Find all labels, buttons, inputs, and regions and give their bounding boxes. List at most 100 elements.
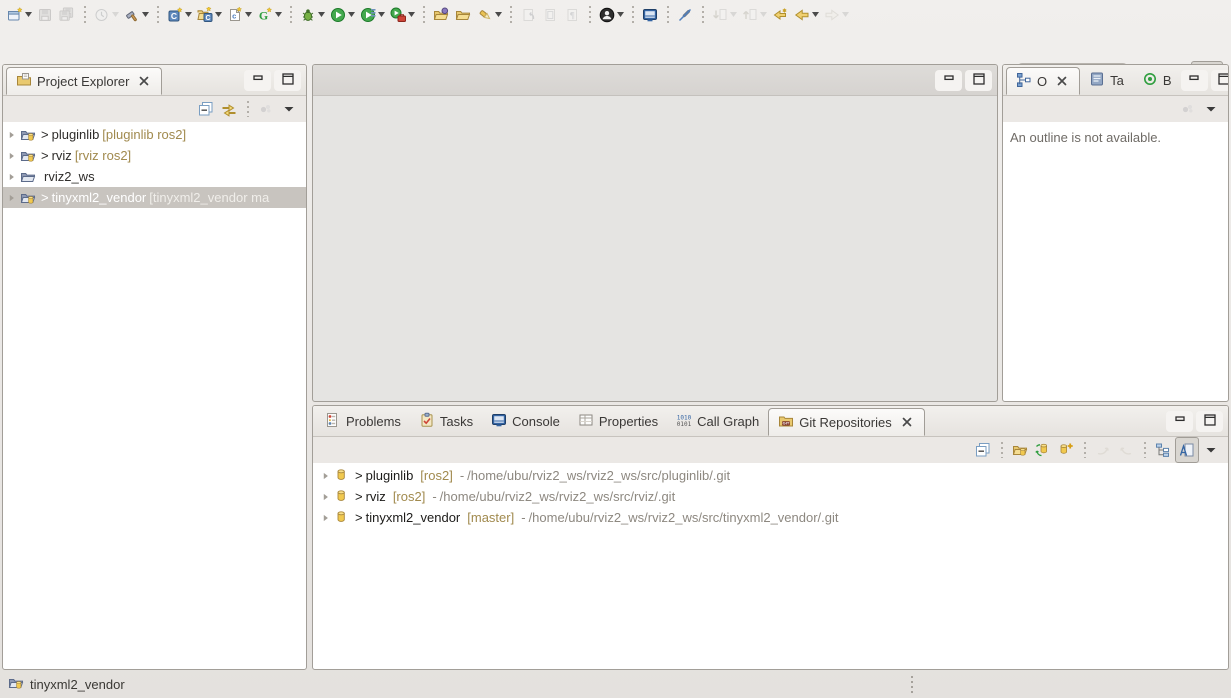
maximize-button[interactable] xyxy=(1211,70,1229,91)
twistie-icon[interactable] xyxy=(320,510,331,526)
view-menu-button[interactable] xyxy=(1200,438,1222,462)
dropdown-arrow-icon[interactable] xyxy=(348,12,355,17)
dropdown-arrow-icon[interactable] xyxy=(215,12,222,17)
show-whitespace-button[interactable]: ¶ xyxy=(561,3,583,27)
twistie-icon[interactable] xyxy=(320,489,331,505)
dropdown-arrow-icon[interactable] xyxy=(495,12,502,17)
launch-history-button[interactable] xyxy=(91,3,121,27)
tab-tasks[interactable]: Tasks xyxy=(410,406,482,436)
toggle-branch-representation-button[interactable] xyxy=(1175,437,1199,463)
build-button[interactable] xyxy=(121,3,151,27)
previous-annotation-button[interactable] xyxy=(739,3,769,27)
dropdown-arrow-icon[interactable] xyxy=(245,12,252,17)
tab-properties[interactable]: Properties xyxy=(569,406,667,436)
dropdown-arrow-icon[interactable] xyxy=(318,12,325,17)
profile-button[interactable] xyxy=(357,3,387,27)
editor-action-insert-button[interactable] xyxy=(517,3,539,27)
twistie-icon[interactable] xyxy=(6,148,17,164)
tab-ta[interactable]: Ta xyxy=(1080,65,1133,95)
tree-item-tinyxml2_vendor[interactable]: > tinyxml2_vendor[tinyxml2_vendor ma xyxy=(3,187,306,208)
repo-row-rviz[interactable]: > rviz[ros2]-/home/ubu/rviz2_ws/rviz2_ws… xyxy=(313,486,1228,507)
new-cpp-class-button[interactable]: C xyxy=(164,3,194,27)
fetch-button[interactable] xyxy=(1092,438,1114,462)
minimize-button[interactable] xyxy=(935,70,962,91)
maximize-button[interactable] xyxy=(274,70,301,91)
twistie-icon[interactable] xyxy=(320,468,331,484)
user-profile-button[interactable] xyxy=(596,3,626,27)
selected-resource-icon xyxy=(8,675,24,694)
dropdown-arrow-icon[interactable] xyxy=(142,12,149,17)
status-bar-grip[interactable] xyxy=(911,676,913,694)
create-repository-button[interactable] xyxy=(1055,438,1077,462)
dropdown-arrow-icon[interactable] xyxy=(617,12,624,17)
repo-row-tinyxml2_vendor[interactable]: > tinyxml2_vendor[master]-/home/ubu/rviz… xyxy=(313,507,1228,528)
next-annotation-button[interactable] xyxy=(709,3,739,27)
maximize-button[interactable] xyxy=(965,70,992,91)
tab-project-explorer[interactable]: Project Explorer xyxy=(6,67,162,95)
view-menu-button[interactable] xyxy=(278,97,300,121)
close-icon[interactable] xyxy=(899,414,915,430)
focus-on-active-task-button[interactable] xyxy=(1177,97,1199,121)
push-button[interactable] xyxy=(1115,438,1137,462)
tab-b[interactable]: B xyxy=(1133,65,1181,95)
minimize-button[interactable] xyxy=(1166,411,1193,432)
tab-label: Properties xyxy=(599,414,658,429)
twistie-icon[interactable] xyxy=(6,169,17,185)
close-icon[interactable] xyxy=(136,73,152,89)
clone-repository-button[interactable] xyxy=(1032,438,1054,462)
repo-row-pluginlib[interactable]: > pluginlib[ros2]-/home/ubu/rviz2_ws/rvi… xyxy=(313,465,1228,486)
tree-item-pluginlib[interactable]: > pluginlib[pluginlib ros2] xyxy=(3,124,306,145)
dropdown-arrow-icon[interactable] xyxy=(812,12,819,17)
forward-button[interactable] xyxy=(821,3,851,27)
tree-item-rviz[interactable]: > rviz[rviz ros2] xyxy=(3,145,306,166)
minimize-button[interactable] xyxy=(1181,70,1208,91)
tab-console[interactable]: Console xyxy=(482,406,569,436)
focus-on-active-task-button[interactable] xyxy=(255,97,277,121)
twistie-icon[interactable] xyxy=(6,190,17,206)
last-edit-location-button[interactable] xyxy=(769,3,791,27)
tab-call-graph[interactable]: 10100101Call Graph xyxy=(667,406,768,436)
tree-item-rviz2_ws[interactable]: rviz2_ws xyxy=(3,166,306,187)
dropdown-arrow-icon[interactable] xyxy=(760,12,767,17)
tab-problems[interactable]: Problems xyxy=(316,406,410,436)
collapse-all-button[interactable] xyxy=(195,97,217,121)
editor-action-block-button[interactable] xyxy=(539,3,561,27)
load-symbols-button[interactable] xyxy=(430,3,452,27)
hierarchical-branch-layout-button[interactable] xyxy=(1152,438,1174,462)
minimize-button[interactable] xyxy=(244,70,271,91)
add-repository-button[interactable] xyxy=(1009,438,1031,462)
open-folder-button[interactable] xyxy=(452,3,474,27)
new-c-project-button[interactable]: C xyxy=(194,3,224,27)
save-button[interactable] xyxy=(34,3,56,27)
dropdown-arrow-icon[interactable] xyxy=(408,12,415,17)
dropdown-arrow-icon[interactable] xyxy=(730,12,737,17)
twistie-icon[interactable] xyxy=(6,127,17,143)
back-button[interactable] xyxy=(791,3,821,27)
collapse-all-button[interactable] xyxy=(972,438,994,462)
tab-o[interactable]: O xyxy=(1006,67,1080,95)
open-console-button[interactable] xyxy=(639,3,661,27)
new-green-wizard-button[interactable]: G xyxy=(254,3,284,27)
dropdown-arrow-icon[interactable] xyxy=(378,12,385,17)
item-prefix: > xyxy=(41,127,49,142)
dropdown-arrow-icon[interactable] xyxy=(275,12,282,17)
tab-git-repositories[interactable]: GITGit Repositories xyxy=(768,408,924,436)
run-button[interactable] xyxy=(327,3,357,27)
link-with-editor-button[interactable] xyxy=(218,97,240,121)
close-icon[interactable] xyxy=(1054,73,1070,89)
view-menu-button[interactable] xyxy=(1200,97,1222,121)
maximize-button[interactable] xyxy=(1196,411,1223,432)
dropdown-arrow-icon[interactable] xyxy=(842,12,849,17)
toggle-mark-occurrences-button[interactable] xyxy=(674,3,696,27)
new-wizard-button[interactable] xyxy=(4,3,34,27)
save-all-button[interactable] xyxy=(56,3,78,27)
toolbar-separator xyxy=(81,6,88,24)
dropdown-arrow-icon[interactable] xyxy=(25,12,32,17)
dropdown-arrow-icon[interactable] xyxy=(185,12,192,17)
new-c-source-file-button[interactable]: c xyxy=(224,3,254,27)
external-tools-button[interactable] xyxy=(387,3,417,27)
debug-button[interactable] xyxy=(297,3,327,27)
search-button[interactable] xyxy=(474,3,504,27)
dropdown-arrow-icon[interactable] xyxy=(112,12,119,17)
c-class-icon: C xyxy=(166,7,184,23)
